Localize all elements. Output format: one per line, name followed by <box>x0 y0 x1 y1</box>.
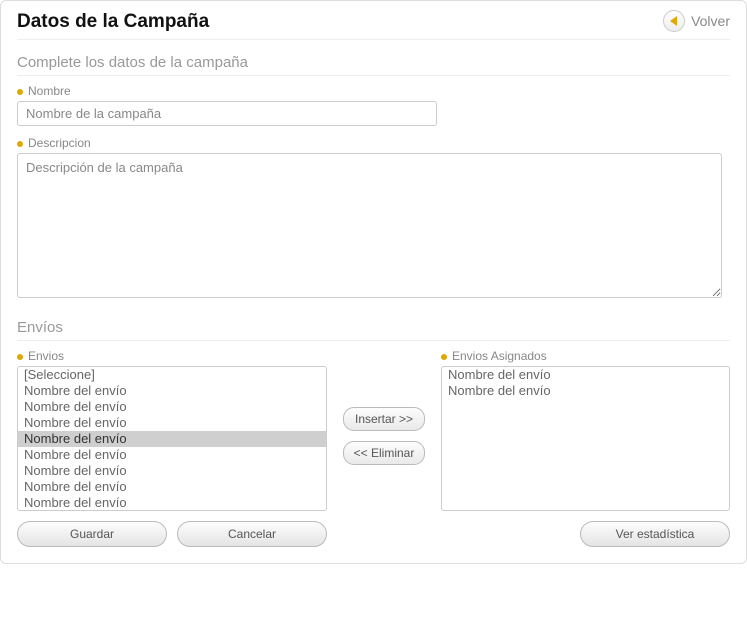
envios-label-row: Envios <box>17 349 327 363</box>
envios-transfer-buttons: Insertar >> << Eliminar <box>339 349 429 465</box>
asignados-label-row: Envios Asignados <box>441 349 730 363</box>
section1-heading: Complete los datos de la campaña <box>17 54 730 76</box>
envios-row: Envios [Seleccione]Nombre del envíoNombr… <box>17 349 730 511</box>
list-item[interactable]: Nombre del envío <box>18 479 326 495</box>
envios-assigned-listbox[interactable]: Nombre del envíoNombre del envío <box>441 366 730 511</box>
descripcion-textarea[interactable] <box>17 153 722 298</box>
bullet-icon <box>17 354 23 360</box>
list-item[interactable]: Nombre del envío <box>18 431 326 447</box>
back-arrow-icon <box>663 10 685 32</box>
bullet-icon <box>17 141 23 147</box>
list-item[interactable]: [Seleccione] <box>18 367 326 383</box>
descripcion-label-row: Descripcion <box>17 136 730 150</box>
insertar-button[interactable]: Insertar >> <box>343 407 425 431</box>
nombre-label: Nombre <box>28 84 71 98</box>
list-item[interactable]: Nombre del envío <box>442 383 729 399</box>
eliminar-button[interactable]: << Eliminar <box>343 441 426 465</box>
page-title: Datos de la Campaña <box>17 11 209 33</box>
envios-label: Envios <box>28 349 64 363</box>
list-item[interactable]: Nombre del envío <box>18 383 326 399</box>
asignados-label: Envios Asignados <box>452 349 547 363</box>
list-item[interactable]: Nombre del envío <box>18 415 326 431</box>
list-item[interactable]: Nombre del envío <box>18 447 326 463</box>
button-group-left: Guardar Cancelar <box>17 521 327 547</box>
nombre-label-row: Nombre <box>17 84 730 98</box>
field-nombre: Nombre <box>17 84 730 126</box>
envios-assigned-column: Envios Asignados Nombre del envíoNombre … <box>441 349 730 511</box>
list-item[interactable]: Nombre del envío <box>442 367 729 383</box>
header: Datos de la Campaña Volver <box>17 9 730 40</box>
list-item[interactable]: Nombre del envío <box>18 463 326 479</box>
list-item[interactable]: Nombre del envío <box>18 495 326 511</box>
field-descripcion: Descripcion <box>17 136 730 301</box>
descripcion-label: Descripcion <box>28 136 91 150</box>
campaign-panel: Datos de la Campaña Volver Complete los … <box>0 0 747 564</box>
nombre-input[interactable] <box>17 101 437 126</box>
guardar-button[interactable]: Guardar <box>17 521 167 547</box>
envios-available-listbox[interactable]: [Seleccione]Nombre del envíoNombre del e… <box>17 366 327 511</box>
back-label: Volver <box>691 13 730 29</box>
cancelar-button[interactable]: Cancelar <box>177 521 327 547</box>
envios-available-column: Envios [Seleccione]Nombre del envíoNombr… <box>17 349 327 511</box>
back-link[interactable]: Volver <box>663 10 730 32</box>
list-item[interactable]: Nombre del envío <box>18 399 326 415</box>
section2-heading: Envíos <box>17 319 730 341</box>
bullet-icon <box>441 354 447 360</box>
panel-inner: Datos de la Campaña Volver Complete los … <box>1 1 746 563</box>
ver-estadistica-button[interactable]: Ver estadística <box>580 521 730 547</box>
button-row: Guardar Cancelar Ver estadística <box>17 521 730 547</box>
bullet-icon <box>17 89 23 95</box>
